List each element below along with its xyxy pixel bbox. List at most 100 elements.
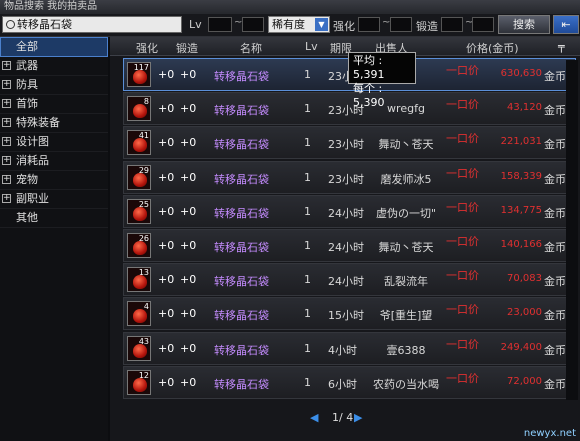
item-quantity: 8	[143, 97, 149, 107]
search-input[interactable]: 转移晶石袋	[2, 16, 182, 33]
table-row[interactable]: 29 +0 +0 转移晶石袋 1 23小时 磨发师冰5 一口价 158,339 金币	[123, 160, 576, 194]
enhance-min-input[interactable]	[358, 17, 380, 32]
scrollbar[interactable]	[566, 60, 578, 400]
cell-currency: 金币	[544, 275, 566, 289]
item-bag-icon[interactable]: 29	[127, 164, 151, 190]
table-row[interactable]: 13 +0 +0 转移晶石袋 1 24小时 乱裂流年 一口价 70,083 金币	[123, 263, 576, 297]
forge-max-input[interactable]	[472, 17, 494, 32]
search-input-value: 转移晶石袋	[17, 18, 72, 31]
cell-lv: 1	[304, 170, 311, 184]
item-bag-icon[interactable]: 12	[127, 369, 151, 395]
cell-currency: 金币	[544, 309, 566, 323]
sidebar-item-label: 其他	[16, 211, 38, 224]
cell-forge: +0	[180, 273, 197, 287]
cell-forge: +0	[180, 239, 197, 252]
enhance-max-input[interactable]	[390, 17, 412, 32]
search-button[interactable]: 搜索	[498, 15, 550, 34]
cell-name: 转移晶石袋	[214, 343, 269, 357]
table-row[interactable]: 8 +0 +0 转移晶石袋 1 23小时 wregfg 一口价 43,120 金币	[123, 92, 576, 126]
cell-enhance: +0	[158, 307, 175, 321]
cell-name: 转移晶石袋	[214, 206, 269, 220]
header-forge[interactable]: 锻造	[176, 40, 198, 56]
arrow-left-icon[interactable]: ⇤	[553, 15, 579, 34]
sidebar-item-special-equipment[interactable]: + 特殊装备	[0, 114, 108, 133]
header-enhance[interactable]: 强化	[136, 40, 158, 56]
cell-name: 转移晶石袋	[214, 241, 269, 254]
rarity-select-value: 稀有度	[272, 18, 305, 31]
table-row[interactable]: 43 +0 +0 转移晶石袋 1 4小时 壹6388 一口价 249,400 金币	[123, 331, 576, 365]
enhance-filter-label: 强化	[333, 20, 355, 33]
table-row[interactable]: 4 +0 +0 转移晶石袋 1 15小时 爷[重生]望 一口价 23,000 金币	[123, 297, 576, 331]
next-page-icon[interactable]: ▶	[354, 411, 362, 424]
cell-seller: 舞动丶苍天	[378, 241, 434, 254]
sidebar-item-label: 特殊装备	[16, 116, 60, 129]
expand-icon[interactable]: +	[2, 118, 11, 127]
cell-currency: 金币	[544, 172, 566, 186]
lv-min-input[interactable]	[208, 17, 232, 32]
cell-seller: 舞动丶苍天	[378, 138, 434, 152]
expand-icon[interactable]: +	[2, 156, 11, 165]
sidebar-item-all[interactable]: 全部	[0, 37, 108, 57]
cell-buyout: 一口价	[446, 337, 479, 351]
sidebar-item-armor[interactable]: + 防具	[0, 76, 108, 95]
expand-icon[interactable]: +	[2, 99, 11, 108]
expand-icon[interactable]: +	[2, 61, 11, 70]
table-row[interactable]: 41 +0 +0 转移晶石袋 1 23小时 舞动丶苍天 一口价 221,031 金币	[123, 126, 576, 160]
item-bag-icon[interactable]: 25	[127, 198, 151, 224]
cell-seller: 磨发师冰5	[380, 172, 432, 186]
cell-period: 24小时	[328, 241, 364, 254]
pin-icon[interactable]: ╤	[558, 40, 565, 53]
forge-min-input[interactable]	[441, 17, 463, 32]
header-lv[interactable]: Lv	[305, 40, 318, 53]
cell-period: 24小时	[328, 275, 364, 289]
table-row[interactable]: 25 +0 +0 转移晶石袋 1 24小时 虚伪の一切" 一口价 134,775 金币	[123, 194, 576, 228]
expand-icon[interactable]: +	[2, 175, 11, 184]
sidebar-item-pet[interactable]: + 宠物	[0, 171, 108, 190]
header-name[interactable]: 名称	[240, 40, 262, 56]
item-bag-icon[interactable]: 4	[127, 301, 151, 327]
cell-lv: 1	[304, 136, 311, 150]
table-row[interactable]: 12 +0 +0 转移晶石袋 1 6小时 农药の当水喝 一口价 72,000 金币	[123, 365, 576, 399]
cell-currency: 金币	[544, 377, 566, 391]
cell-currency: 金币	[544, 70, 566, 83]
cell-period: 15小时	[328, 309, 364, 323]
table-row[interactable]: 26 +0 +0 转移晶石袋 1 24小时 舞动丶苍天 一口价 140,166 金币	[123, 229, 576, 262]
cell-price: 70,083	[507, 273, 542, 285]
sidebar-item-blueprint[interactable]: + 设计图	[0, 133, 108, 152]
item-bag-icon[interactable]: 26	[127, 233, 151, 258]
expand-icon[interactable]: +	[2, 194, 11, 203]
item-bag-icon[interactable]: 13	[127, 267, 151, 293]
sidebar-item-jewelry[interactable]: + 首饰	[0, 95, 108, 114]
item-bag-icon[interactable]: 8	[127, 96, 151, 122]
header-price[interactable]: 价格(金币)	[466, 40, 519, 56]
cell-buyout: 一口价	[446, 166, 479, 180]
item-quantity: 12	[138, 370, 149, 380]
sidebar-item-other[interactable]: 其他	[0, 209, 108, 228]
cell-period: 23小时	[328, 172, 364, 186]
expand-icon[interactable]: +	[2, 137, 11, 146]
item-bag-icon[interactable]: 117	[127, 62, 151, 87]
cell-lv: 1	[304, 239, 311, 252]
cell-buyout: 一口价	[446, 371, 479, 385]
lv-max-input[interactable]	[242, 17, 264, 32]
item-quantity: 117	[133, 63, 149, 72]
item-bag-icon[interactable]: 41	[127, 130, 151, 156]
page-indicator: 1/ 4	[332, 411, 354, 424]
rarity-select[interactable]: 稀有度 ▼	[268, 16, 330, 33]
chevron-down-icon[interactable]: ▼	[315, 18, 328, 31]
sidebar-item-weapon[interactable]: + 武器	[0, 57, 108, 76]
sidebar-item-label: 武器	[16, 59, 38, 72]
sidebar-item-consumable[interactable]: + 消耗品	[0, 152, 108, 171]
cell-lv: 1	[304, 307, 311, 321]
bag-icon	[133, 172, 147, 187]
item-quantity: 26	[138, 234, 149, 243]
cell-enhance: +0	[158, 68, 175, 81]
expand-icon[interactable]: +	[2, 80, 11, 89]
item-bag-icon[interactable]: 43	[127, 335, 151, 361]
cell-buyout: 一口价	[446, 235, 479, 248]
prev-page-icon[interactable]: ◀	[310, 411, 318, 424]
cell-enhance: +0	[158, 170, 175, 184]
sidebar-item-sub-job[interactable]: + 副职业	[0, 190, 108, 209]
cell-forge: +0	[180, 68, 197, 81]
cell-forge: +0	[180, 102, 197, 116]
